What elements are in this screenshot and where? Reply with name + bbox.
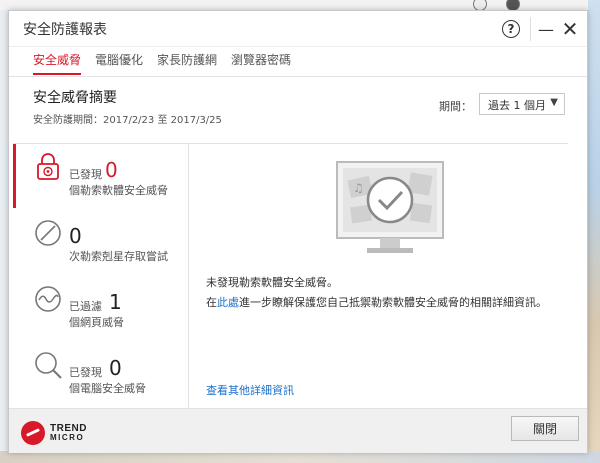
learn-more-link[interactable]: 此處: [217, 296, 239, 309]
hint-prefix: 在: [206, 296, 217, 309]
learn-more-text: 在此處進一步瞭解保護您自己抵禦勒索軟體安全威脅的相關詳細資訊。: [206, 294, 547, 310]
stat-prefix: 已發現: [69, 168, 102, 181]
tab-security-threats[interactable]: 安全威脅: [33, 51, 82, 75]
tab-browser-passwords[interactable]: 瀏覽器密碼: [231, 51, 291, 75]
close-window-button[interactable]: ✕: [560, 17, 580, 41]
desktop-background-right: [588, 0, 600, 463]
logo-text-line1: TREND: [50, 423, 87, 434]
monitor-checkmark-illustration: ♫: [336, 161, 444, 253]
titlebar-divider: [530, 17, 531, 41]
stat-count: 0: [109, 356, 122, 380]
tabs-divider: [9, 76, 587, 77]
report-tabs: 安全威脅 電腦優化 家長防護網 瀏覽器密碼: [33, 51, 291, 75]
no-threat-message: 未發現勒索軟體安全威脅。: [206, 276, 338, 289]
threat-detail-pane: ♫ 未發現勒索軟體安全威脅。 在此處進一步瞭解保護您自己抵禦勒索軟體安全威脅的相…: [190, 144, 568, 409]
stat-prefix: 已過濾: [69, 300, 102, 313]
close-icon: ✕: [561, 17, 579, 41]
stat-count: 0: [105, 158, 118, 182]
tab-parental-controls[interactable]: 家長防護網: [157, 51, 217, 75]
hint-suffix: 進一步瞭解保護您自己抵禦勒索軟體安全威脅的相關詳細資訊。: [239, 296, 547, 309]
help-button[interactable]: ?: [499, 17, 523, 41]
minimize-button[interactable]: —: [536, 17, 556, 41]
web-wave-icon: [35, 286, 61, 312]
stat-pc-threats[interactable]: 已發現 0 個電腦安全威脅: [13, 342, 189, 408]
period-label: 期間：: [439, 100, 472, 113]
stat-description: 個電腦安全威脅: [69, 382, 146, 395]
stat-ransomware-blocks[interactable]: 0 次勒索剋星存取嘗試: [13, 210, 189, 276]
security-report-window: 安全防護報表 ? — ✕ 安全威脅 電腦優化 家長防護網 瀏覽器密碼 安全威脅摘…: [8, 10, 588, 453]
ransomware-lock-icon: [37, 153, 59, 180]
stat-count: 0: [69, 224, 82, 248]
threat-stats-list: 已發現 0 個勒索軟體安全威脅 0 次勒索剋星存取嘗試 已過濾 1 個網頁威脅 …: [13, 144, 189, 409]
protection-period: 安全防護期間：2017/2/23 至 2017/3/25: [33, 115, 222, 126]
stat-ransomware-threats[interactable]: 已發現 0 個勒索軟體安全威脅: [13, 144, 189, 210]
stat-description: 個網頁威脅: [69, 316, 124, 329]
titlebar: 安全防護報表 ? — ✕: [9, 11, 587, 47]
stat-description: 次勒索剋星存取嘗試: [69, 250, 168, 263]
window-title: 安全防護報表: [23, 22, 107, 38]
logo-text-line2: MICRO: [50, 433, 85, 442]
desktop-background-top: [0, 0, 600, 11]
blocked-circle-icon: [35, 220, 61, 246]
period-dropdown[interactable]: 過去 1 個月 ▼: [479, 93, 565, 115]
close-button[interactable]: 關閉: [511, 416, 579, 441]
chevron-down-icon: ▼: [550, 97, 558, 108]
summary-header: 安全威脅摘要 安全防護期間：2017/2/23 至 2017/3/25: [33, 87, 222, 126]
footer-bar: TREND MICRO 關閉: [9, 408, 587, 453]
stat-description: 個勒索軟體安全威脅: [69, 184, 168, 197]
help-icon: ?: [502, 20, 520, 38]
minimize-icon: —: [538, 19, 554, 39]
trend-micro-ball-icon: [21, 421, 45, 445]
magnifier-icon: [35, 352, 62, 379]
trend-micro-logo: TREND MICRO: [21, 421, 87, 445]
tab-pc-optimization[interactable]: 電腦優化: [95, 51, 143, 75]
stat-count: 1: [109, 290, 122, 314]
stat-web-threats[interactable]: 已過濾 1 個網頁威脅: [13, 276, 189, 342]
report-panel: 已發現 0 個勒索軟體安全威脅 0 次勒索剋星存取嘗試 已過濾 1 個網頁威脅 …: [13, 143, 568, 409]
svg-text:♫: ♫: [353, 181, 364, 195]
stat-prefix: 已發現: [69, 366, 102, 379]
view-more-details-link[interactable]: 查看其他詳細資訊: [206, 382, 294, 398]
summary-title: 安全威脅摘要: [33, 90, 117, 106]
period-selected-value: 過去 1 個月: [488, 99, 546, 112]
